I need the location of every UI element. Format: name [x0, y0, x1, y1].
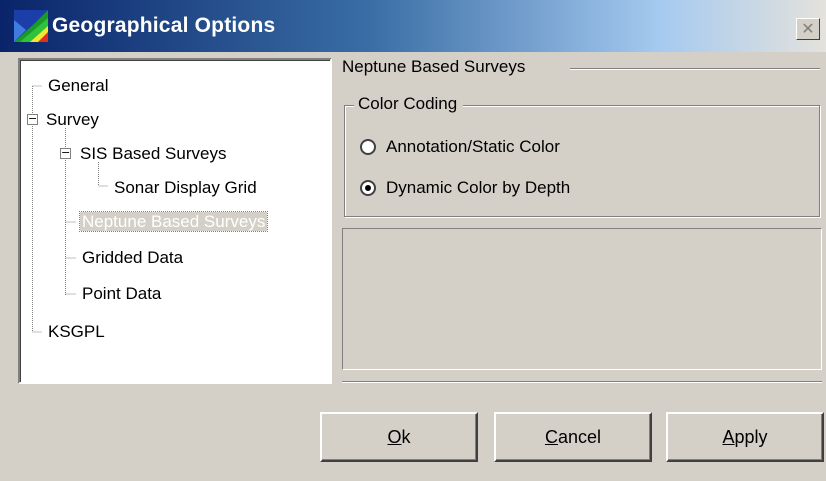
tree-item-label: Gridded Data [82, 248, 184, 267]
radio-annotation-static-color[interactable]: Annotation/Static Color [360, 137, 560, 157]
radio-button[interactable] [360, 180, 376, 196]
tree-item-general[interactable]: General [48, 73, 108, 99]
radio-label: Dynamic Color by Depth [386, 178, 571, 197]
tree-item-label: Neptune Based Surveys [78, 211, 269, 232]
tree-item-label: SIS Based Surveys [80, 144, 227, 163]
title-bar[interactable]: Geographical Options ✕ [0, 0, 826, 52]
radio-dynamic-color-by-depth[interactable]: Dynamic Color by Depth [360, 178, 570, 198]
tree-item-point-data[interactable]: Point Data [82, 281, 161, 307]
tree-item-sonar-display-grid[interactable]: Sonar Display Grid [114, 175, 257, 201]
collapse-icon[interactable]: − [60, 147, 71, 159]
cancel-mnemonic: C [544, 426, 558, 447]
ok-label: k [401, 426, 411, 447]
close-icon: ✕ [801, 19, 815, 38]
radio-button[interactable] [360, 139, 376, 155]
bottom-divider [342, 381, 822, 383]
apply-button[interactable]: Apply [666, 412, 824, 462]
tree-item-gridded-data[interactable]: Gridded Data [82, 245, 183, 271]
app-icon [14, 10, 48, 42]
color-coding-group [344, 105, 820, 217]
tree-item-sis-based-surveys[interactable]: SIS Based Surveys [80, 141, 226, 167]
apply-label: pply [734, 426, 768, 447]
tree-item-survey[interactable]: Survey [46, 107, 99, 133]
geographical-options-dialog: Geographical Options ✕ General − Survey … [0, 0, 826, 481]
tree-item-ksgpl[interactable]: KSGPL [48, 319, 105, 345]
apply-mnemonic: A [722, 426, 735, 447]
options-tree[interactable]: General − Survey − SIS Based Surveys Son… [18, 58, 332, 384]
tree-item-neptune-based-surveys[interactable]: Neptune Based Surveys [78, 209, 269, 235]
radio-label: Annotation/Static Color [386, 137, 560, 156]
panel-title-rule [570, 68, 820, 70]
tree-item-label: Survey [46, 110, 99, 129]
panel-title: Neptune Based Surveys [342, 57, 532, 77]
tree-item-label: General [48, 76, 109, 95]
tree-item-label: Point Data [82, 284, 162, 303]
tree-item-label: Sonar Display Grid [114, 178, 257, 197]
empty-content-panel [342, 228, 822, 370]
window-title: Geographical Options [52, 14, 276, 37]
cancel-button[interactable]: Cancel [494, 412, 652, 462]
collapse-icon[interactable]: − [27, 113, 38, 125]
cancel-label: ancel [557, 426, 602, 447]
ok-button[interactable]: Ok [320, 412, 478, 462]
close-button[interactable]: ✕ [796, 18, 820, 40]
tree-item-label: KSGPL [48, 322, 105, 341]
ok-mnemonic: O [387, 426, 402, 447]
color-coding-title: Color Coding [354, 94, 464, 114]
